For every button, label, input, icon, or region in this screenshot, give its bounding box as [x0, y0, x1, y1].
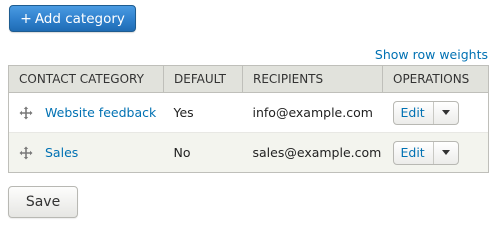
add-category-label: Add category: [34, 10, 125, 27]
column-header-default: Default: [163, 65, 243, 93]
plus-icon: +: [20, 10, 32, 27]
recipients-cell: info@example.com: [242, 92, 383, 133]
operations-cell: Edit: [382, 92, 489, 133]
add-category-button[interactable]: + Add category: [9, 5, 136, 32]
operations-toggle-button[interactable]: [434, 102, 458, 124]
column-header-contact-category: Contact category: [8, 65, 164, 93]
edit-button[interactable]: Edit: [394, 101, 434, 124]
save-button[interactable]: Save: [8, 186, 78, 218]
operations-toggle-button[interactable]: [434, 142, 458, 164]
category-link[interactable]: Sales: [45, 145, 78, 160]
operations-dropbutton: Edit: [392, 100, 459, 125]
category-cell: Website feedback: [8, 92, 164, 133]
category-link[interactable]: Website feedback: [45, 105, 156, 120]
operations-dropbutton: Edit: [392, 140, 459, 165]
show-row-weights-link[interactable]: Show row weights: [375, 47, 488, 62]
default-cell: No: [163, 132, 243, 173]
table-header-row: Contact category Default Recipients Oper…: [8, 65, 489, 93]
chevron-down-icon: [441, 110, 450, 115]
category-cell: Sales: [8, 132, 164, 173]
drag-handle-icon[interactable]: [19, 146, 33, 160]
chevron-down-icon: [441, 150, 450, 155]
column-header-recipients: Recipients: [242, 65, 383, 93]
edit-button[interactable]: Edit: [394, 141, 434, 164]
default-cell: Yes: [163, 92, 243, 133]
drag-handle-icon[interactable]: [19, 106, 33, 120]
contact-categories-table: Contact category Default Recipients Oper…: [8, 65, 489, 173]
table-row: Sales No sales@example.com Edit: [8, 132, 489, 173]
table-row: Website feedback Yes info@example.com Ed…: [8, 92, 489, 133]
operations-cell: Edit: [382, 132, 489, 173]
column-header-operations: Operations: [382, 65, 489, 93]
recipients-cell: sales@example.com: [242, 132, 383, 173]
